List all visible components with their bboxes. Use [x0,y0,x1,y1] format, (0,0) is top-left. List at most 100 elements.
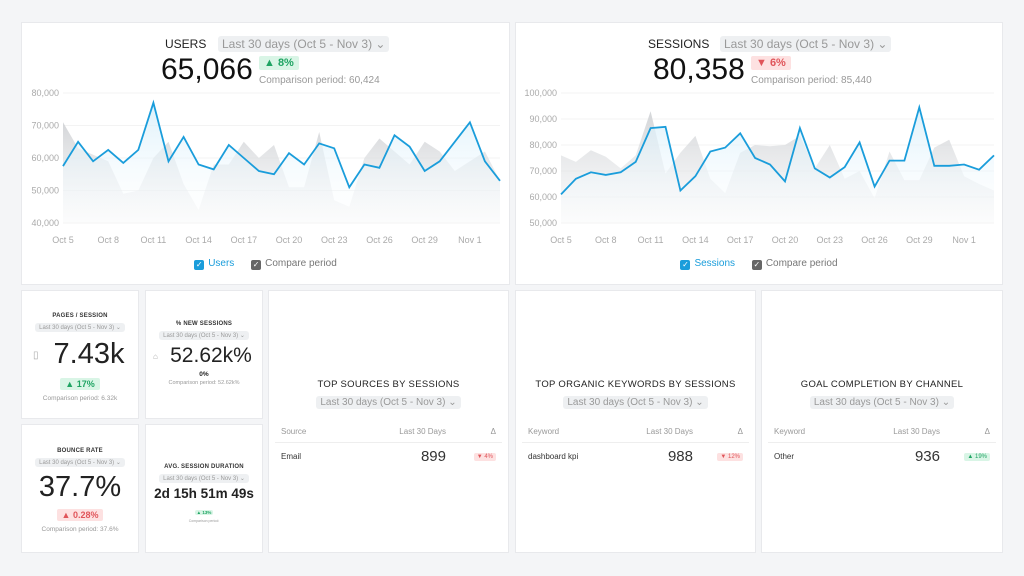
data-point[interactable] [482,158,488,164]
checkbox-icon[interactable]: ✓ [251,260,262,270]
column-header[interactable]: Δ [693,427,743,436]
data-point[interactable] [181,134,187,140]
column-header[interactable]: Keyword [774,427,850,436]
row-value: 936 [914,447,940,465]
legend-compare[interactable]: ✓ Compare period [751,258,838,270]
data-point[interactable] [376,165,382,171]
data-point[interactable] [827,175,833,181]
data-point[interactable] [331,145,337,151]
row-change-badge: ▼ 12% [717,453,743,461]
legend-compare[interactable]: ✓ Compare period [251,258,337,270]
checkbox-icon[interactable]: ✓ [194,260,205,270]
data-point[interactable] [767,162,773,168]
data-point[interactable] [991,152,997,158]
row-label: Other [774,451,795,461]
column-header[interactable]: Δ [940,427,990,436]
date-dropdown[interactable]: Last 30 days (Oct 5 - Nov 3) ⌄ [35,458,125,467]
data-point[interactable] [346,184,352,190]
data-point[interactable] [648,125,654,131]
pages-per-session-card: PAGES / SESSION Last 30 days (Oct 5 - No… [21,290,139,419]
data-point[interactable] [722,145,728,151]
data-point[interactable] [812,165,818,171]
checkbox-icon[interactable]: ✓ [680,260,691,270]
data-point[interactable] [226,142,232,148]
kpi-title: % NEW SESSIONS [175,321,233,327]
data-point[interactable] [165,158,171,164]
legend-users[interactable]: ✓ Users [194,258,234,270]
data-point[interactable] [737,130,743,136]
table-header: Keyword Last 30 Days Δ [768,421,996,443]
data-point[interactable] [301,162,307,168]
date-dropdown[interactable]: Last 30 days (Oct 5 - Nov 3) ⌄ [316,396,461,409]
column-header[interactable]: Source [281,427,356,436]
data-point[interactable] [916,104,922,110]
data-point[interactable] [60,163,66,169]
data-point[interactable] [558,191,564,197]
data-point[interactable] [931,163,937,169]
data-point[interactable] [857,139,863,145]
row-value: 988 [667,447,693,465]
data-point[interactable] [422,168,428,174]
kpi-comparison: Comparison period: 52.62k% [168,380,240,386]
data-point[interactable] [211,166,217,172]
column-header[interactable]: Keyword [528,427,603,436]
date-dropdown[interactable]: Last 30 days (Oct 5 - Nov 3) ⌄ [159,331,249,340]
column-header[interactable]: Last 30 Days [603,427,693,436]
row-change-badge: ▲ 19% [964,453,990,461]
table-row: dashboard kpi 988 ▼ 12% [522,443,749,469]
data-point[interactable] [497,178,503,184]
x-tick-label: Oct 14 [682,235,709,245]
data-point[interactable] [105,147,111,153]
data-point[interactable] [797,125,803,131]
data-point[interactable] [241,155,247,161]
date-dropdown[interactable]: Last 30 days (Oct 5 - Nov 3) ⌄ [809,396,955,409]
data-point[interactable] [961,162,967,168]
data-point[interactable] [618,169,624,175]
column-header[interactable]: Last 30 Days [356,427,446,436]
data-point[interactable] [603,172,609,178]
data-point[interactable] [782,178,788,184]
x-tick-label: Oct 29 [906,235,933,245]
column-header[interactable]: Last 30 Days [850,427,940,436]
data-point[interactable] [633,159,639,165]
data-point[interactable] [886,158,892,164]
data-point[interactable] [946,163,952,169]
data-point[interactable] [452,139,458,145]
legend-sessions[interactable]: ✓ Sessions [680,258,735,270]
y-tick-label: 100,000 [524,88,557,98]
data-point[interactable] [271,171,277,177]
data-point[interactable] [707,149,713,155]
data-point[interactable] [692,173,698,179]
date-dropdown[interactable]: Last 30 days (Oct 5 - Nov 3) ⌄ [563,396,708,409]
date-dropdown[interactable]: Last 30 days (Oct 5 - Nov 3) ⌄ [35,323,125,332]
data-point[interactable] [150,100,156,106]
data-point[interactable] [75,139,81,145]
data-point[interactable] [588,169,594,175]
data-point[interactable] [901,158,907,164]
data-point[interactable] [286,150,292,156]
data-point[interactable] [407,144,413,150]
data-point[interactable] [135,147,141,153]
data-point[interactable] [256,168,262,174]
data-point[interactable] [752,155,758,161]
data-point[interactable] [120,160,126,166]
date-dropdown[interactable]: Last 30 days (Oct 5 - Nov 3) ⌄ [159,474,249,483]
data-point[interactable] [361,162,367,168]
users-legend: ✓ Users ✓ Compare period [22,258,509,270]
data-point[interactable] [663,124,669,130]
data-point[interactable] [872,184,878,190]
legend-label: Compare period [265,258,337,269]
data-point[interactable] [976,167,982,173]
data-point[interactable] [467,119,473,125]
data-point[interactable] [316,140,322,146]
checkbox-icon[interactable]: ✓ [751,260,762,270]
data-point[interactable] [677,188,683,194]
data-point[interactable] [842,164,848,170]
data-point[interactable] [90,158,96,164]
data-point[interactable] [437,158,443,164]
column-header[interactable]: Δ [446,427,496,436]
kpi-title: PAGES / SESSION [52,313,108,319]
data-point[interactable] [573,176,579,182]
data-point[interactable] [196,162,202,168]
data-point[interactable] [392,132,398,138]
